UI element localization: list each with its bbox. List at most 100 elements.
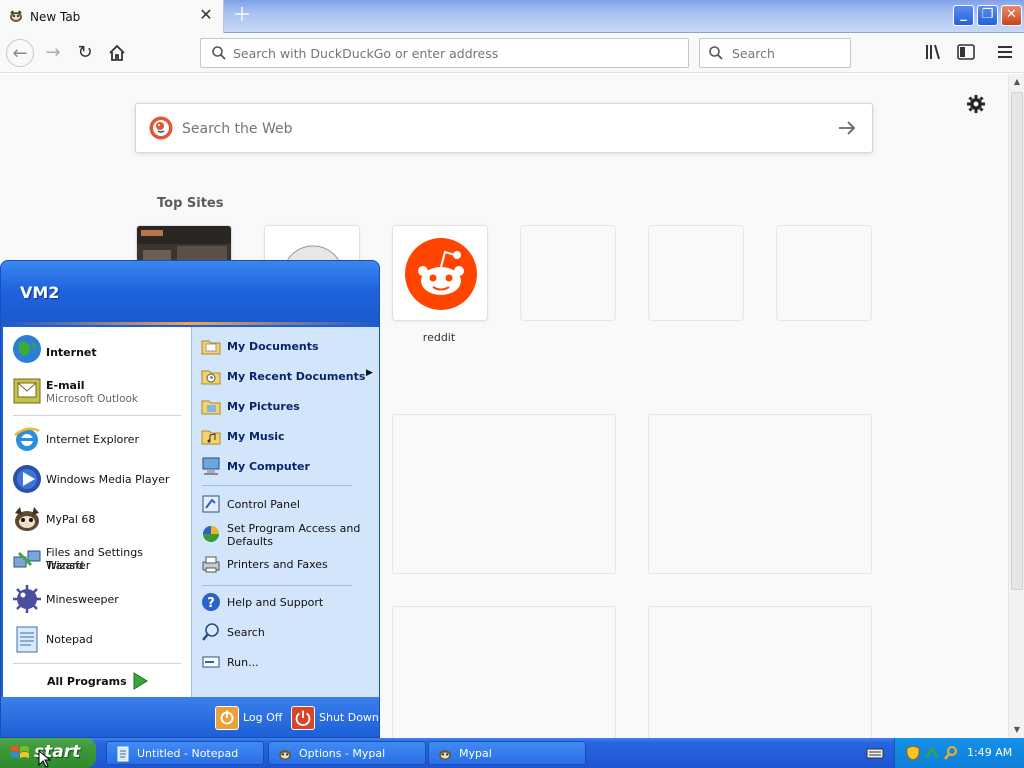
start-item-printers-faxes[interactable]: Printers and Faxes xyxy=(198,551,376,577)
start-item-run[interactable]: Run... xyxy=(198,649,376,675)
start-item-my-pictures[interactable]: My Pictures xyxy=(198,393,376,419)
start-menu-footer: Log Off Shut Down xyxy=(1,697,379,737)
start-item-windows-media-player[interactable]: Windows Media Player xyxy=(9,461,187,497)
start-item-email[interactable]: E-mail Microsoft Outlook xyxy=(9,373,187,409)
user-name: VM2 xyxy=(20,283,60,302)
web-search-box[interactable] xyxy=(135,103,873,153)
start-item-control-panel[interactable]: Control Panel xyxy=(198,491,376,517)
separator xyxy=(13,663,181,664)
minimize-button[interactable]: _ xyxy=(953,5,974,26)
places-label: My Music xyxy=(227,430,285,443)
log-off-button[interactable]: Log Off xyxy=(215,705,285,731)
program-access-icon xyxy=(203,526,219,542)
back-button[interactable]: ← xyxy=(6,39,34,67)
start-menu-places-pane: My Documents My Recent Documents ▶ My Pi… xyxy=(191,327,379,697)
printer-icon xyxy=(202,556,220,573)
search-input[interactable] xyxy=(732,44,842,62)
log-off-icon xyxy=(215,706,239,730)
close-window-button[interactable]: ✕ xyxy=(1001,5,1022,26)
start-item-set-program-access[interactable]: Set Program Access and Defaults xyxy=(198,521,376,549)
security-shield-icon[interactable] xyxy=(905,745,921,761)
hamburger-menu-icon[interactable] xyxy=(995,42,1015,62)
svg-text:?: ? xyxy=(207,596,215,611)
start-item-label: MyPal 68 xyxy=(46,513,96,526)
start-item-mypal[interactable]: MyPal 68 xyxy=(9,501,187,537)
mypal-icon xyxy=(439,750,451,760)
places-label: My Computer xyxy=(227,460,310,473)
mypal-icon xyxy=(15,507,39,531)
url-input[interactable] xyxy=(233,44,673,62)
home-icon xyxy=(109,44,125,61)
top-sites-heading: Top Sites xyxy=(157,196,224,211)
separator xyxy=(202,485,352,486)
system-label-line2: Defaults xyxy=(227,535,273,548)
system-label: Set Program Access and xyxy=(227,522,361,535)
log-off-label: Log Off xyxy=(243,711,283,724)
shut-down-button[interactable]: Shut Down xyxy=(291,705,379,731)
transfer-wizard-icon xyxy=(13,550,41,568)
start-item-my-documents[interactable]: My Documents xyxy=(198,333,376,359)
empty-top-site-tile xyxy=(648,225,744,321)
taskbar-item-label: Mypal xyxy=(459,747,492,760)
start-item-help-support[interactable]: ? Help and Support xyxy=(198,589,376,615)
start-item-minesweeper[interactable]: Minesweeper xyxy=(9,581,187,617)
help-label: Help and Support xyxy=(227,596,324,609)
sidebar-toggle-icon[interactable] xyxy=(956,42,976,62)
web-search-input[interactable] xyxy=(182,118,822,140)
media-player-icon xyxy=(13,465,41,493)
start-item-my-recent-documents[interactable]: My Recent Documents ▶ xyxy=(198,363,376,389)
taskbar-item-mypal[interactable]: Mypal xyxy=(428,741,586,765)
keyboard-icon[interactable] xyxy=(866,745,884,761)
help-icon: ? xyxy=(202,593,220,611)
folder-pictures-icon xyxy=(201,400,221,415)
mouse-cursor-icon xyxy=(38,750,52,768)
restore-button[interactable]: ❐ xyxy=(977,5,998,26)
tab-new-tab[interactable]: New Tab ✕ xyxy=(0,0,224,33)
taskbar-item-notepad[interactable]: Untitled - Notepad xyxy=(106,741,264,765)
taskbar-item-label: Options - Mypal xyxy=(299,747,386,760)
close-tab-icon[interactable]: ✕ xyxy=(197,6,215,24)
minesweeper-icon xyxy=(13,585,41,613)
scrollbar-thumb[interactable] xyxy=(1011,92,1023,590)
notepad-icon xyxy=(16,626,38,653)
scroll-up-icon[interactable]: ▲ xyxy=(1009,74,1024,90)
help-label: Search xyxy=(227,626,265,639)
taskbar-item-options-mypal[interactable]: Options - Mypal xyxy=(268,741,426,765)
start-item-internet-explorer[interactable]: Internet Explorer xyxy=(9,421,187,457)
start-item-search[interactable]: Search xyxy=(198,619,376,645)
all-programs-button[interactable]: All Programs xyxy=(43,671,153,691)
top-site-tile-reddit[interactable] xyxy=(392,225,488,321)
forward-button[interactable]: → xyxy=(39,39,67,67)
top-site-label: reddit xyxy=(422,331,456,344)
start-item-label: Minesweeper xyxy=(46,593,119,606)
globe-icon xyxy=(13,335,41,363)
outlook-icon xyxy=(13,378,41,404)
gear-icon[interactable] xyxy=(966,94,986,114)
folder-music-icon xyxy=(201,430,221,445)
folder-documents-icon xyxy=(201,340,221,355)
tab-title: New Tab xyxy=(30,10,81,24)
places-label: My Recent Documents xyxy=(227,370,366,383)
scroll-down-icon[interactable]: ▼ xyxy=(1009,722,1024,738)
browser-titlebar: New Tab ✕ + _ ❐ ✕ xyxy=(0,0,1024,33)
library-icon[interactable] xyxy=(924,42,944,62)
start-item-notepad[interactable]: Notepad xyxy=(9,621,187,657)
search-tray-icon[interactable] xyxy=(943,745,959,761)
start-item-sublabel: Microsoft Outlook xyxy=(46,393,139,405)
start-item-files-settings-transfer[interactable]: Files and Settings Transfer Wizard xyxy=(9,541,187,577)
reload-button[interactable]: ↻ xyxy=(71,39,99,67)
home-button[interactable] xyxy=(103,39,131,67)
start-item-internet[interactable]: Internet xyxy=(9,331,187,367)
url-bar[interactable] xyxy=(200,38,689,68)
start-menu-programs-pane: Internet E-mail Microsoft Outlook Intern… xyxy=(3,327,191,697)
start-item-label: Windows Media Player xyxy=(46,473,170,486)
empty-top-site-tile xyxy=(776,225,872,321)
network-icon[interactable] xyxy=(924,745,940,761)
vertical-scrollbar[interactable]: ▲ ▼ xyxy=(1008,74,1024,738)
start-item-my-music[interactable]: My Music xyxy=(198,423,376,449)
arrow-right-icon[interactable] xyxy=(836,117,858,139)
start-item-my-computer[interactable]: My Computer xyxy=(198,453,376,479)
my-computer-icon xyxy=(202,457,220,475)
new-tab-button[interactable]: + xyxy=(230,4,254,28)
search-bar[interactable] xyxy=(699,38,851,68)
